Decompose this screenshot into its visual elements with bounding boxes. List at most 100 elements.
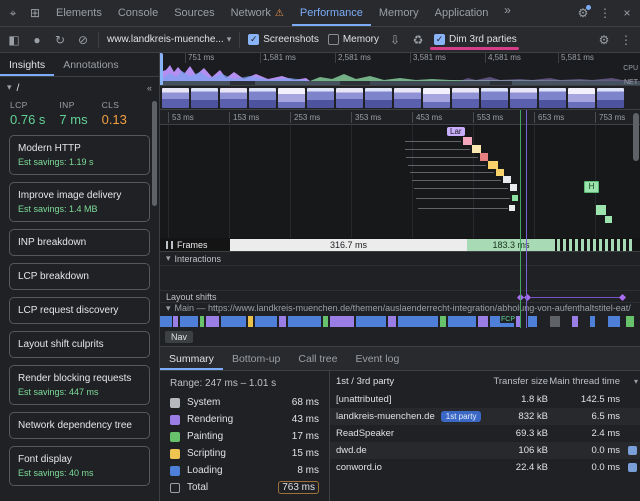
- tab-performance[interactable]: Performance: [292, 0, 371, 26]
- screenshot-thumbnail[interactable]: [510, 88, 537, 108]
- table-row[interactable]: conword.io 22.4 kB 0.0 ms: [330, 459, 640, 476]
- inspect-element-icon[interactable]: ⌖: [2, 3, 24, 23]
- insight-card-render-blocking-requests[interactable]: Render blocking requests Est savings: 44…: [9, 365, 150, 405]
- layout-shifts-track[interactable]: Layout shifts: [160, 290, 640, 303]
- request-block[interactable]: [503, 176, 511, 183]
- insight-card-lcp-request-discovery[interactable]: LCP request discovery: [9, 297, 150, 324]
- layout-shift-marker[interactable]: [619, 294, 626, 301]
- screenshot-thumbnail[interactable]: [220, 88, 247, 108]
- screenshots-checkbox[interactable]: ✓ Screenshots: [244, 34, 323, 45]
- collect-garbage-icon[interactable]: ♻: [407, 30, 429, 50]
- screenshot-thumbnail[interactable]: [249, 88, 276, 108]
- timeline-vertical-scrollbar[interactable]: [633, 113, 639, 161]
- tab-summary[interactable]: Summary: [160, 347, 223, 370]
- metric-lcp[interactable]: LCP 0.76 s: [10, 100, 45, 127]
- screenshot-thumbnail[interactable]: [539, 88, 566, 108]
- screenshot-filmstrip[interactable]: [160, 86, 640, 110]
- request-block[interactable]: [496, 169, 504, 176]
- metric-cls[interactable]: CLS 0.13: [102, 100, 127, 127]
- overview-window-handle[interactable]: [160, 53, 163, 86]
- dim-third-parties-checkbox[interactable]: ✓ Dim 3rd parties: [430, 34, 521, 45]
- nav-badge[interactable]: Nav: [165, 331, 193, 343]
- main-thread-activity-strip[interactable]: [160, 315, 640, 328]
- request-block[interactable]: [510, 184, 517, 191]
- metric-inp[interactable]: INP 7 ms: [59, 100, 87, 127]
- screenshot-thumbnail[interactable]: [307, 88, 334, 108]
- insight-card-lcp-breakdown[interactable]: LCP breakdown: [9, 263, 150, 290]
- insight-card-inp-breakdown[interactable]: INP breakdown: [9, 229, 150, 256]
- request-block[interactable]: [463, 137, 472, 145]
- frame-ticks[interactable]: [557, 239, 633, 251]
- request-block[interactable]: [509, 205, 515, 211]
- screenshot-thumbnail[interactable]: [597, 88, 624, 108]
- table-row[interactable]: [unattributed] 1.8 kB 142.5 ms: [330, 391, 640, 408]
- sidebar-scrollbar[interactable]: [152, 101, 157, 206]
- screenshot-thumbnail[interactable]: [568, 88, 595, 108]
- request-chip[interactable]: Lar: [447, 127, 465, 136]
- settings-gear-icon[interactable]: ⚙: [572, 3, 594, 23]
- request-block[interactable]: [472, 145, 481, 153]
- kebab-menu-icon[interactable]: ⋮: [594, 3, 616, 23]
- request-block[interactable]: [605, 216, 612, 223]
- request-block[interactable]: [512, 195, 518, 201]
- timeline-overview[interactable]: 751 ms 1,581 ms 2,581 ms 3,581 ms 4,581 …: [160, 53, 640, 86]
- scope-row[interactable]: ▾ / «: [0, 77, 159, 98]
- panel-kebab-menu-icon[interactable]: ⋮: [615, 30, 637, 50]
- frames-track[interactable]: Frames 316.7 ms 183.3 ms: [160, 238, 640, 252]
- tab-sources[interactable]: Sources: [166, 0, 222, 26]
- screenshot-thumbnail[interactable]: [162, 88, 189, 108]
- chevron-down-icon[interactable]: ▾: [166, 253, 171, 264]
- main-thread-track-header[interactable]: ▾ Main — https://www.landkreis-muenchen.…: [160, 303, 640, 315]
- more-tabs-icon[interactable]: »: [496, 0, 518, 20]
- interactions-track[interactable]: ▾ Interactions: [160, 252, 640, 266]
- screenshot-thumbnail[interactable]: [278, 88, 305, 108]
- row-action-icon[interactable]: [628, 446, 637, 455]
- row-action-icon[interactable]: [628, 463, 637, 472]
- clear-icon[interactable]: ⊘: [72, 30, 94, 50]
- insight-card-network-dependency-tree[interactable]: Network dependency tree: [9, 412, 150, 439]
- tab-insights[interactable]: Insights: [0, 53, 54, 76]
- tab-application[interactable]: Application: [427, 0, 497, 26]
- device-toolbar-icon[interactable]: ⊞: [24, 3, 46, 23]
- collapse-sidebar-icon[interactable]: «: [147, 83, 152, 93]
- chevron-down-icon[interactable]: ▾: [166, 303, 171, 315]
- capture-settings-gear-icon[interactable]: ⚙: [593, 30, 615, 50]
- time-ruler[interactable]: 53 ms 153 ms 253 ms 353 ms 453 ms 553 ms…: [160, 110, 640, 125]
- table-row[interactable]: landkreis-muenchen.de1st party 832 kB 6.…: [330, 408, 640, 425]
- tab-memory[interactable]: Memory: [371, 0, 427, 26]
- table-row[interactable]: dwd.de 106 kB 0.0 ms: [330, 442, 640, 459]
- request-block[interactable]: [488, 161, 498, 169]
- tab-call-tree[interactable]: Call tree: [289, 347, 346, 370]
- screenshot-thumbnail[interactable]: [191, 88, 218, 108]
- sort-icon[interactable]: ▾: [634, 377, 638, 386]
- toggle-sidebar-icon[interactable]: ◧: [3, 30, 25, 50]
- insight-card-font-display[interactable]: Font display Est savings: 40 ms: [9, 446, 150, 486]
- tab-console[interactable]: Console: [110, 0, 166, 26]
- network-track-canvas[interactable]: Lar H: [160, 125, 640, 238]
- close-icon[interactable]: ×: [616, 3, 638, 23]
- request-chip[interactable]: H: [584, 181, 599, 193]
- screenshot-thumbnail[interactable]: [336, 88, 363, 108]
- screenshot-thumbnail[interactable]: [481, 88, 508, 108]
- screenshot-thumbnail[interactable]: [452, 88, 479, 108]
- insight-card-modern-http[interactable]: Modern HTTP Est savings: 1.19 s: [9, 135, 150, 175]
- memory-checkbox[interactable]: Memory: [324, 34, 383, 45]
- request-block[interactable]: [480, 153, 488, 161]
- tab-elements[interactable]: Elements: [48, 0, 110, 26]
- tab-network[interactable]: Network⚠: [223, 0, 292, 26]
- insight-card-improve-image-delivery[interactable]: Improve image delivery Est savings: 1.4 …: [9, 182, 150, 222]
- screenshot-thumbnail[interactable]: [394, 88, 421, 108]
- table-row[interactable]: ReadSpeaker 69.3 kB 2.4 ms: [330, 425, 640, 442]
- tab-annotations[interactable]: Annotations: [54, 53, 127, 76]
- save-profile-icon[interactable]: ⇩: [384, 30, 406, 50]
- screenshot-thumbnail[interactable]: [365, 88, 392, 108]
- tab-event-log[interactable]: Event log: [347, 347, 409, 370]
- history-url-select[interactable]: www.landkreis-muenche...▾: [103, 32, 235, 47]
- frame-segment[interactable]: 316.7 ms: [230, 239, 467, 251]
- request-block[interactable]: [596, 205, 606, 215]
- insight-card-layout-shift-culprits[interactable]: Layout shift culprits: [9, 331, 150, 358]
- frame-segment[interactable]: 183.3 ms: [467, 239, 555, 251]
- record-and-reload-icon[interactable]: ↻: [49, 30, 71, 50]
- screenshot-thumbnail[interactable]: [423, 88, 450, 108]
- record-icon[interactable]: ●: [26, 30, 48, 50]
